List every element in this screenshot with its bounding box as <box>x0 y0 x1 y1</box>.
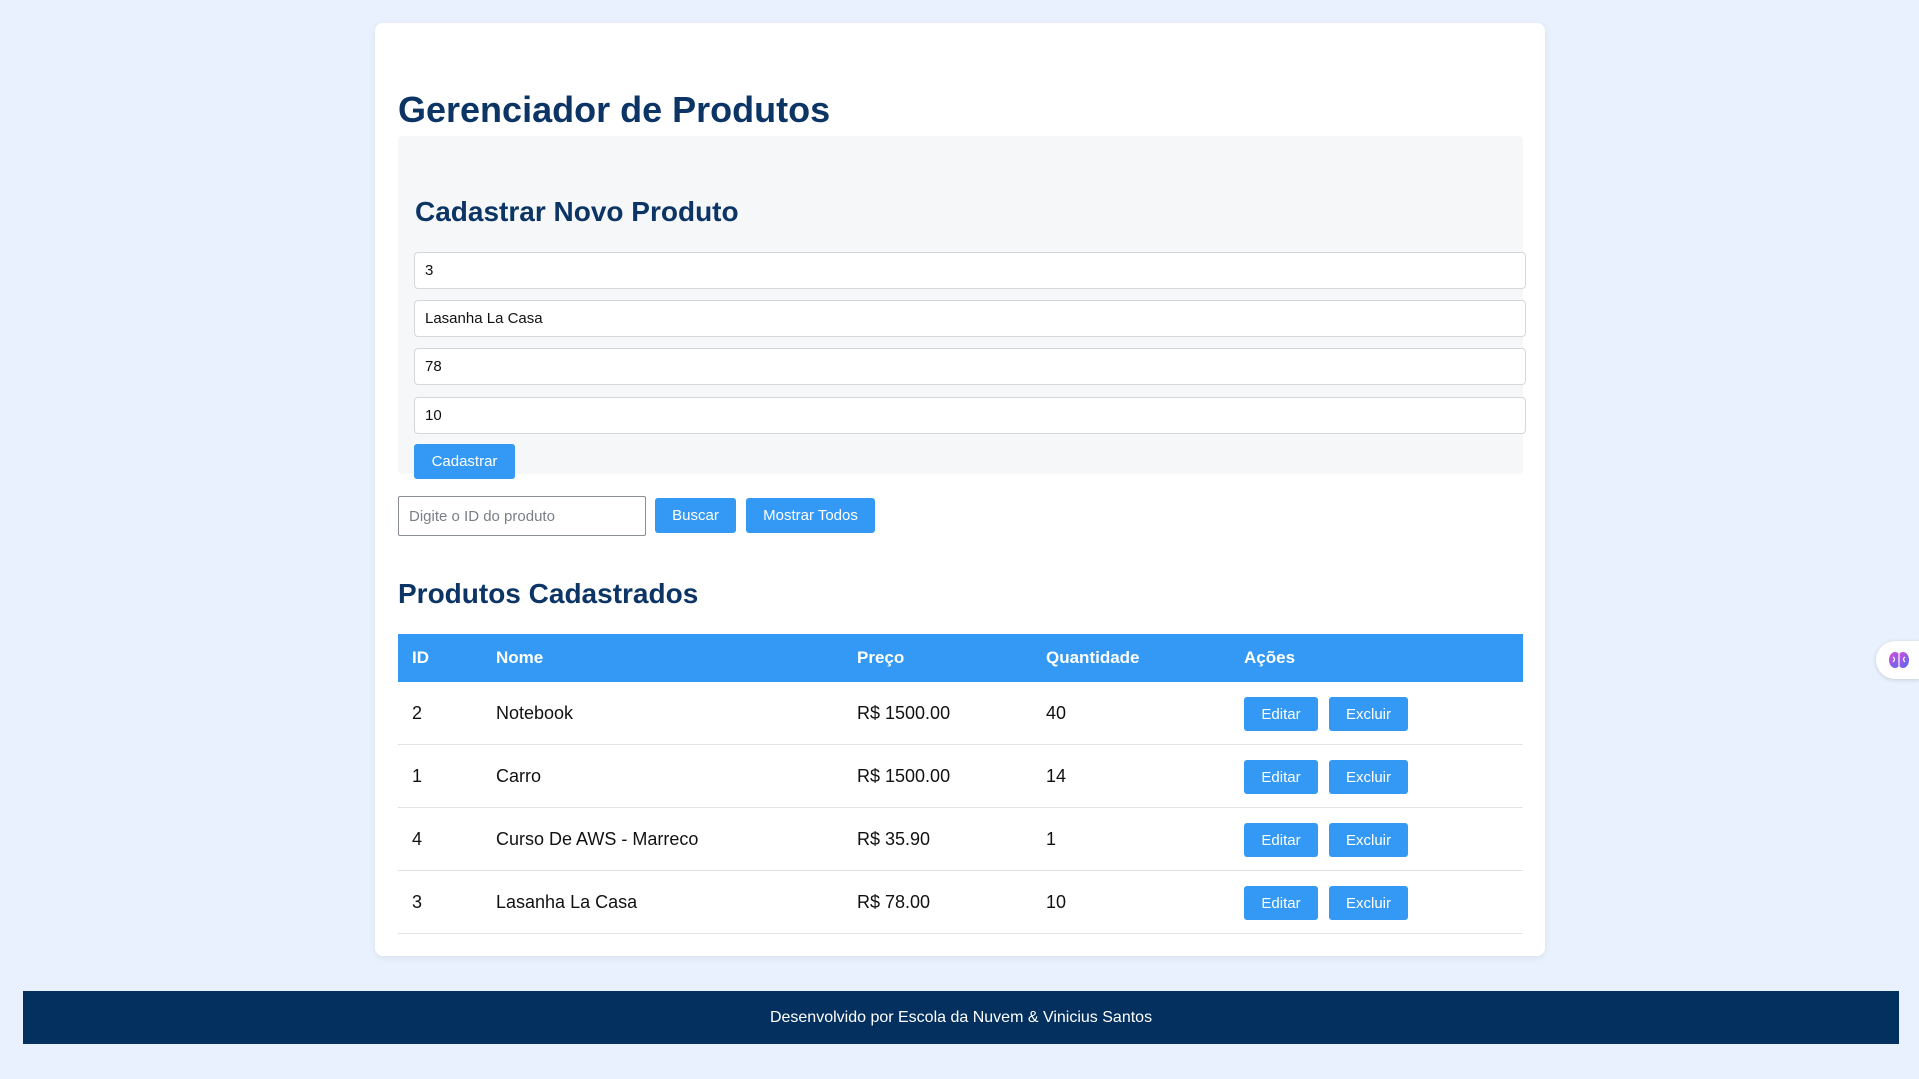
column-header-nome: Nome <box>482 634 843 682</box>
cell-quantidade: 40 <box>1032 682 1230 745</box>
form-title: Cadastrar Novo Produto <box>415 196 739 227</box>
extension-widget[interactable] <box>1876 641 1919 679</box>
edit-button[interactable]: Editar <box>1244 886 1318 920</box>
column-header-preco: Preço <box>843 634 1032 682</box>
cell-id: 2 <box>398 682 482 745</box>
product-price-input[interactable] <box>414 348 1526 385</box>
cell-quantidade: 1 <box>1032 807 1230 871</box>
table-row: 2 Notebook R$ 1500.00 40 Editar Excluir <box>398 682 1523 745</box>
footer-text: Desenvolvido por Escola da Nuvem & Vinic… <box>769 1008 1153 1026</box>
cell-actions: Editar Excluir <box>1230 744 1523 808</box>
brain-icon <box>1889 652 1909 668</box>
cell-quantidade: 14 <box>1032 744 1230 808</box>
delete-button[interactable]: Excluir <box>1329 760 1408 794</box>
cell-quantidade: 10 <box>1032 870 1230 934</box>
column-header-acoes: Ações <box>1230 634 1523 682</box>
edit-button[interactable]: Editar <box>1244 760 1318 794</box>
main-card: Gerenciador de Produtos Cadastrar Novo P… <box>375 23 1545 956</box>
search-button[interactable]: Buscar <box>655 498 736 533</box>
table-header-row: ID Nome Preço Quantidade Ações <box>398 634 1523 682</box>
footer: Desenvolvido por Escola da Nuvem & Vinic… <box>23 991 1899 1044</box>
cell-id: 3 <box>398 870 482 934</box>
edit-button[interactable]: Editar <box>1244 823 1318 857</box>
table-row: 4 Curso De AWS - Marreco R$ 35.90 1 Edit… <box>398 807 1523 871</box>
cell-nome: Lasanha La Casa <box>482 870 843 934</box>
show-all-button[interactable]: Mostrar Todos <box>746 498 875 533</box>
products-table: ID Nome Preço Quantidade Ações 2 Noteboo… <box>398 634 1523 934</box>
cell-actions: Editar Excluir <box>1230 807 1523 871</box>
products-list-title: Produtos Cadastrados <box>398 578 699 609</box>
page-title: Gerenciador de Produtos <box>398 89 831 130</box>
search-id-input[interactable] <box>398 496 646 536</box>
table-row: 3 Lasanha La Casa R$ 78.00 10 Editar Exc… <box>398 870 1523 934</box>
edit-button[interactable]: Editar <box>1244 697 1318 731</box>
register-button[interactable]: Cadastrar <box>414 444 515 479</box>
delete-button[interactable]: Excluir <box>1329 697 1408 731</box>
cell-id: 4 <box>398 807 482 871</box>
product-id-input[interactable] <box>414 252 1526 289</box>
product-quantity-input[interactable] <box>414 397 1526 434</box>
cell-preco: R$ 1500.00 <box>843 682 1032 745</box>
cell-nome: Notebook <box>482 682 843 745</box>
cell-preco: R$ 78.00 <box>843 870 1032 934</box>
table-row: 1 Carro R$ 1500.00 14 Editar Excluir <box>398 744 1523 808</box>
cell-actions: Editar Excluir <box>1230 682 1523 745</box>
cell-actions: Editar Excluir <box>1230 870 1523 934</box>
cell-id: 1 <box>398 744 482 808</box>
cell-preco: R$ 1500.00 <box>843 744 1032 808</box>
cell-preco: R$ 35.90 <box>843 807 1032 871</box>
product-form: Cadastrar Novo Produto Cadastrar <box>398 136 1526 479</box>
column-header-id: ID <box>398 634 482 682</box>
product-name-input[interactable] <box>414 300 1526 337</box>
cell-nome: Curso De AWS - Marreco <box>482 807 843 871</box>
delete-button[interactable]: Excluir <box>1329 823 1408 857</box>
column-header-quantidade: Quantidade <box>1032 634 1230 682</box>
cell-nome: Carro <box>482 744 843 808</box>
delete-button[interactable]: Excluir <box>1329 886 1408 920</box>
